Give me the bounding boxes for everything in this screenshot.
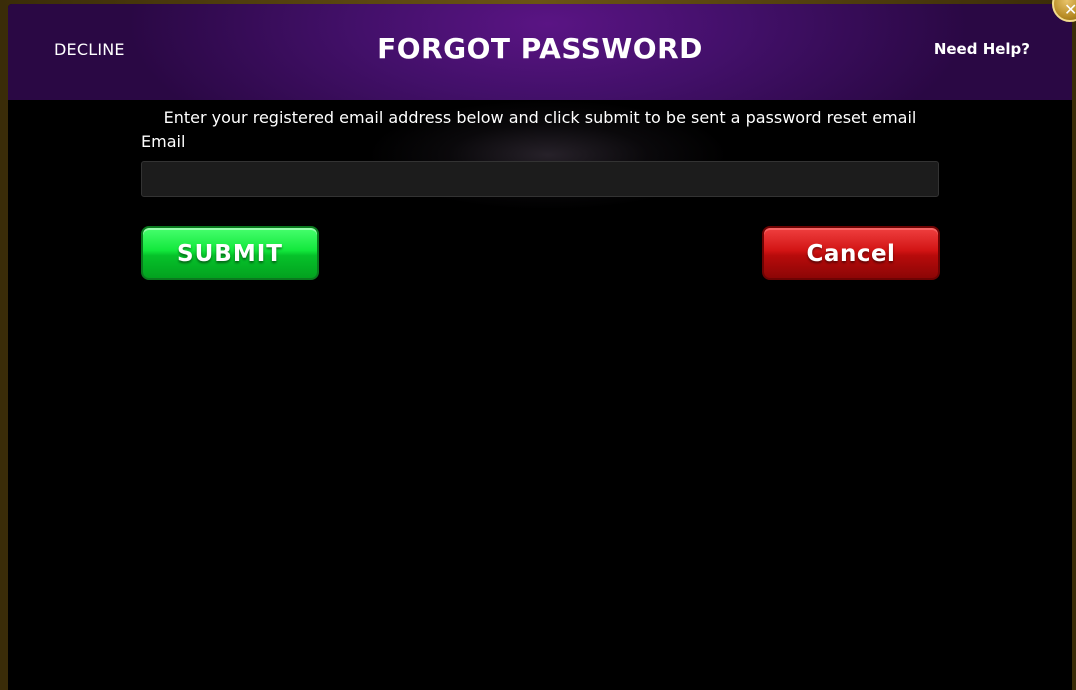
- page-frame: DECLINE FORGOT PASSWORD Need Help? Enter…: [0, 0, 1076, 690]
- forgot-password-dialog: DECLINE FORGOT PASSWORD Need Help? Enter…: [8, 4, 1072, 690]
- instructions-text: Enter your registered email address belo…: [163, 108, 917, 127]
- cancel-button[interactable]: Cancel: [762, 226, 940, 280]
- need-help-link[interactable]: Need Help?: [934, 40, 1030, 58]
- close-icon: ✕: [1064, 0, 1076, 19]
- email-field[interactable]: [141, 161, 939, 197]
- dialog-header: DECLINE FORGOT PASSWORD Need Help?: [8, 4, 1072, 100]
- submit-button[interactable]: SUBMIT: [141, 226, 319, 280]
- dialog-title: FORGOT PASSWORD: [377, 32, 703, 65]
- email-label: Email: [141, 132, 186, 151]
